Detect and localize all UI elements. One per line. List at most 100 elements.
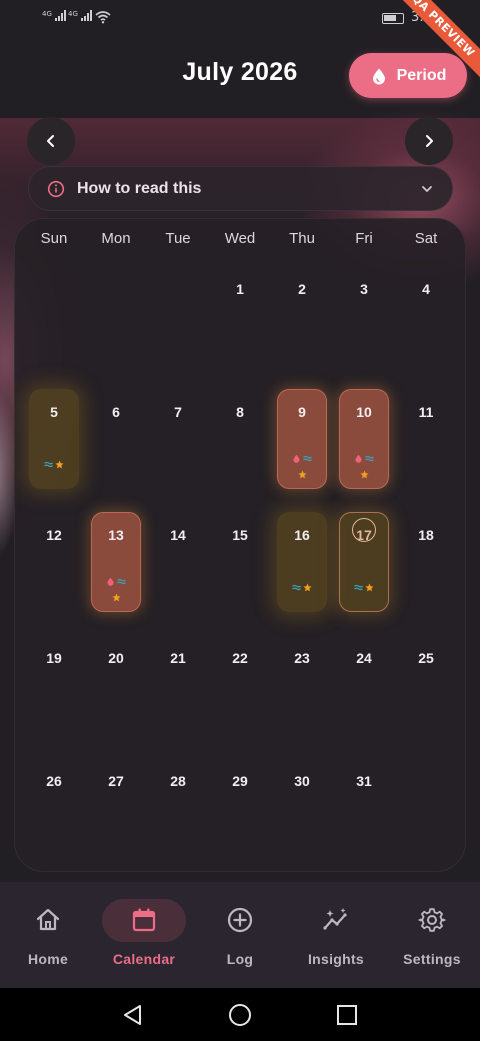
day-number: 7 bbox=[174, 404, 182, 420]
nav-insights[interactable]: Insights bbox=[288, 882, 384, 988]
how-to-read-label: How to read this bbox=[77, 179, 202, 197]
calendar-day-cell[interactable]: 4 bbox=[395, 263, 457, 386]
how-to-read-expander[interactable]: How to read this bbox=[28, 166, 453, 211]
calendar-day-cell[interactable]: 31 bbox=[333, 755, 395, 878]
calendar-day-cell[interactable]: 28 bbox=[147, 755, 209, 878]
calendar-day-cell[interactable]: 5 bbox=[23, 386, 85, 509]
nav-insights-label: Insights bbox=[307, 951, 365, 967]
app-screen: 4G 4G 3: QA PREVIEW July 2026 Period How… bbox=[0, 0, 480, 1041]
discharge-wave-icon bbox=[354, 584, 363, 591]
network-type-label: 4G bbox=[68, 10, 78, 18]
nav-settings[interactable]: Settings bbox=[384, 882, 480, 988]
day-log-markers bbox=[85, 577, 147, 606]
calendar-day-cell[interactable]: 11 bbox=[395, 386, 457, 509]
star-icon bbox=[297, 470, 307, 479]
calendar-day-cell[interactable]: 13 bbox=[85, 509, 147, 632]
calendar-day-cell[interactable]: 24 bbox=[333, 632, 395, 755]
weekday-label: Wed bbox=[224, 230, 256, 247]
calendar-day-cell[interactable]: 20 bbox=[85, 632, 147, 755]
star-icon bbox=[111, 593, 121, 602]
calendar-day-cell[interactable]: 19 bbox=[23, 632, 85, 755]
discharge-wave-icon bbox=[303, 455, 312, 462]
nav-log[interactable]: Log bbox=[192, 882, 288, 988]
calendar-day-cell[interactable]: 18 bbox=[395, 509, 457, 632]
day-number: 29 bbox=[232, 773, 248, 789]
weekday-label: Mon bbox=[101, 230, 131, 247]
day-number: 5 bbox=[50, 404, 58, 420]
nav-calendar-label: Calendar bbox=[112, 951, 176, 967]
day-number: 14 bbox=[170, 527, 186, 543]
next-month-button[interactable] bbox=[405, 117, 453, 165]
weekday-label: Fri bbox=[355, 230, 373, 247]
recents-icon[interactable] bbox=[336, 1004, 358, 1026]
weekday-label: Sat bbox=[414, 230, 438, 247]
day-number: 20 bbox=[108, 650, 124, 666]
log-period-button[interactable]: Period bbox=[349, 53, 467, 98]
calendar-day-cell[interactable]: 23 bbox=[271, 632, 333, 755]
period-drop-icon bbox=[293, 454, 300, 463]
nav-home-label: Home bbox=[27, 951, 69, 967]
calendar-day-cell[interactable]: 26 bbox=[23, 755, 85, 878]
discharge-wave-icon bbox=[117, 578, 126, 585]
day-number: 13 bbox=[108, 527, 124, 543]
calendar-day-cell[interactable]: 14 bbox=[147, 509, 209, 632]
calendar-day-cell[interactable]: 8 bbox=[209, 386, 271, 509]
calendar-day-cell[interactable]: 21 bbox=[147, 632, 209, 755]
chevron-right-icon bbox=[426, 135, 433, 147]
day-number: 21 bbox=[170, 650, 186, 666]
period-drop-icon bbox=[355, 454, 362, 463]
calendar-day-cell[interactable]: 15 bbox=[209, 509, 271, 632]
day-number: 3 bbox=[360, 281, 368, 297]
star-icon bbox=[365, 583, 374, 592]
calendar-icon bbox=[132, 908, 156, 932]
day-number: 23 bbox=[294, 650, 310, 666]
previous-month-button[interactable] bbox=[27, 117, 75, 165]
signal-2-icon: 4G bbox=[68, 10, 93, 21]
calendar-day-cell[interactable]: 3 bbox=[333, 263, 395, 386]
battery-icon bbox=[382, 13, 404, 24]
day-number: 10 bbox=[356, 404, 372, 420]
nav-settings-label: Settings bbox=[403, 951, 461, 967]
day-number: 27 bbox=[108, 773, 124, 789]
day-log-markers bbox=[333, 454, 395, 483]
calendar-day-cell[interactable]: 22 bbox=[209, 632, 271, 755]
calendar-day-cell[interactable]: 27 bbox=[85, 755, 147, 878]
weekday-label: Thu bbox=[289, 230, 315, 247]
chevron-left-icon bbox=[47, 135, 54, 147]
status-bar: 4G 4G 3: QA PREVIEW bbox=[0, 0, 480, 87]
day-number: 15 bbox=[232, 527, 248, 543]
discharge-wave-icon bbox=[365, 455, 374, 462]
calendar-day-cell[interactable]: 2 bbox=[271, 263, 333, 386]
calendar-day-cell[interactable]: 29 bbox=[209, 755, 271, 878]
calendar-day-cell[interactable]: 30 bbox=[271, 755, 333, 878]
calendar-day-cell[interactable]: 25 bbox=[395, 632, 457, 755]
nav-home[interactable]: Home bbox=[0, 882, 96, 988]
day-number: 8 bbox=[236, 404, 244, 420]
calendar-day-cell[interactable]: 16 bbox=[271, 509, 333, 632]
calendar-day-cell[interactable]: 9 bbox=[271, 386, 333, 509]
home-circle-icon[interactable] bbox=[228, 1003, 252, 1027]
day-log-markers bbox=[23, 460, 85, 469]
system-navigation-bar bbox=[0, 988, 480, 1041]
chevron-down-icon bbox=[422, 185, 432, 192]
home-icon bbox=[36, 908, 60, 931]
day-log-markers bbox=[333, 583, 395, 592]
back-icon[interactable] bbox=[122, 1004, 144, 1026]
star-icon bbox=[359, 470, 369, 479]
day-log-markers bbox=[271, 454, 333, 483]
day-number: 19 bbox=[46, 650, 62, 666]
info-icon bbox=[47, 180, 65, 197]
period-drop-icon bbox=[107, 577, 114, 586]
discharge-wave-icon bbox=[292, 584, 301, 591]
bottom-navigation: Home Calendar Log Insights Settings bbox=[0, 882, 480, 988]
calendar-day-cell[interactable]: 10 bbox=[333, 386, 395, 509]
day-number: 17 bbox=[356, 527, 372, 543]
calendar-day-cell[interactable]: 12 bbox=[23, 509, 85, 632]
day-number: 1 bbox=[236, 281, 244, 297]
calendar-day-cell[interactable]: 7 bbox=[147, 386, 209, 509]
calendar-day-cell[interactable]: 1 bbox=[209, 263, 271, 386]
nav-calendar[interactable]: Calendar bbox=[96, 882, 192, 988]
calendar-day-cell[interactable]: 17 bbox=[333, 509, 395, 632]
day-number: 12 bbox=[46, 527, 62, 543]
calendar-day-cell[interactable]: 6 bbox=[85, 386, 147, 509]
